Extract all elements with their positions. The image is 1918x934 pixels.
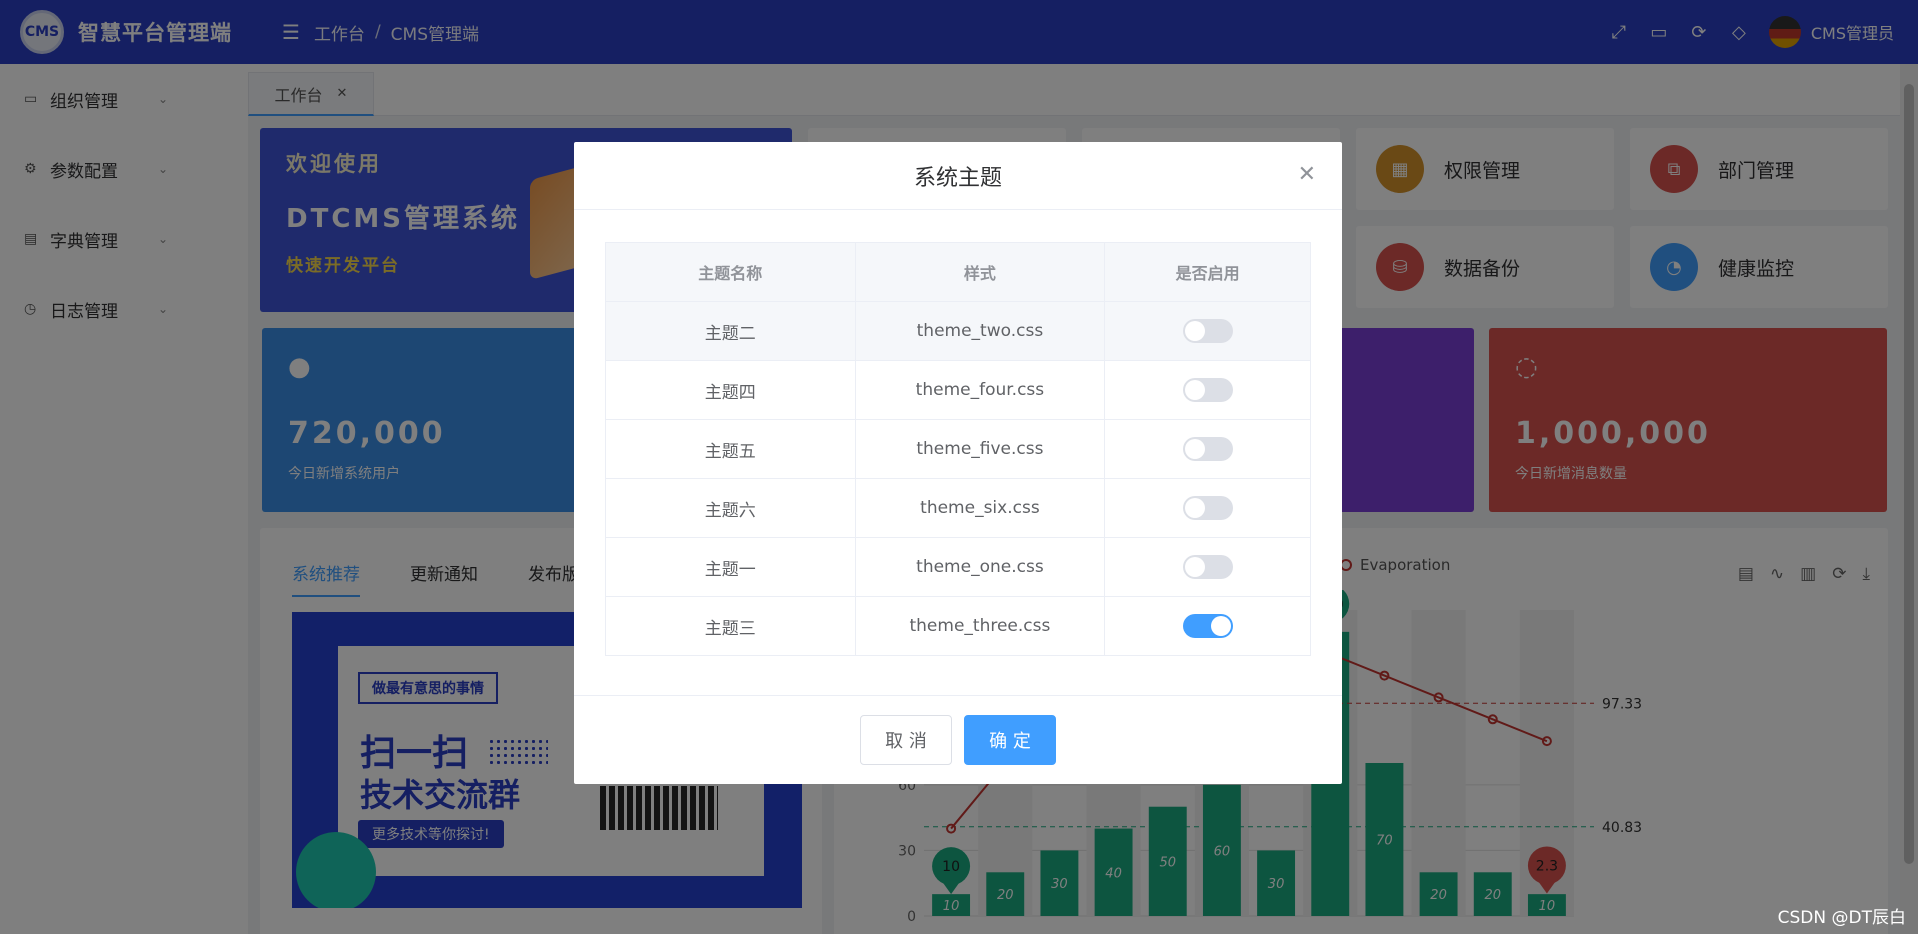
theme-toggle[interactable] — [1182, 378, 1233, 402]
close-icon[interactable]: ✕ — [1298, 162, 1316, 187]
theme-enabled-cell — [1104, 360, 1311, 420]
theme-enabled-cell — [1104, 478, 1311, 538]
theme-enabled-cell — [1104, 537, 1311, 597]
theme-table: 主题名称 样式 是否启用 主题二 theme_two.css 主题四 theme_fo… — [605, 242, 1311, 656]
toggle-knob — [1184, 498, 1205, 518]
dialog-header: 系统主题 ✕ — [574, 142, 1342, 210]
table-row: 主题三 theme_three.css — [605, 596, 1311, 656]
theme-style: theme_five.css — [854, 419, 1106, 479]
cancel-button[interactable]: 取 消 — [860, 715, 952, 765]
theme-name: 主题五 — [605, 419, 856, 479]
table-row: 主题五 theme_five.css — [605, 419, 1311, 479]
table-row: 主题四 theme_four.css — [605, 360, 1311, 420]
theme-enabled-cell — [1104, 596, 1311, 656]
toggle-knob — [1184, 557, 1205, 577]
theme-enabled-cell — [1104, 419, 1311, 479]
theme-toggle[interactable] — [1182, 319, 1233, 343]
theme-toggle[interactable] — [1182, 496, 1233, 520]
theme-toggle[interactable] — [1182, 614, 1233, 638]
theme-name: 主题六 — [605, 478, 856, 538]
theme-name: 主题四 — [605, 360, 856, 420]
theme-style: theme_four.css — [854, 360, 1106, 420]
dialog-title: 系统主题 — [913, 165, 1002, 191]
toggle-knob — [1210, 616, 1231, 636]
col-header-enabled: 是否启用 — [1104, 242, 1311, 302]
theme-name: 主题二 — [605, 301, 856, 361]
theme-name: 主题三 — [605, 596, 856, 656]
table-row: 主题二 theme_two.css — [605, 301, 1311, 361]
theme-style: theme_six.css — [854, 478, 1106, 538]
watermark: CSDN @DT辰白 — [1777, 908, 1906, 928]
table-row: 主题六 theme_six.css — [605, 478, 1311, 538]
theme-style: theme_three.css — [854, 596, 1106, 656]
theme-toggle[interactable] — [1182, 437, 1233, 461]
confirm-button[interactable]: 确 定 — [964, 715, 1056, 765]
theme-style: theme_two.css — [854, 301, 1106, 361]
table-row: 主题一 theme_one.css — [605, 537, 1311, 597]
col-header-name: 主题名称 — [605, 242, 856, 302]
dialog-footer: 取 消 确 定 — [574, 695, 1342, 784]
toggle-knob — [1184, 321, 1205, 341]
theme-style: theme_one.css — [854, 537, 1106, 597]
theme-enabled-cell — [1104, 301, 1311, 361]
toggle-knob — [1184, 380, 1205, 400]
table-header-row: 主题名称 样式 是否启用 — [605, 242, 1311, 302]
theme-toggle[interactable] — [1182, 555, 1233, 579]
col-header-style: 样式 — [854, 242, 1106, 302]
theme-dialog: 系统主题 ✕ 主题名称 样式 是否启用 主题二 theme_two.css 主题四 t… — [574, 142, 1342, 784]
toggle-knob — [1184, 439, 1205, 459]
theme-name: 主题一 — [605, 537, 856, 597]
